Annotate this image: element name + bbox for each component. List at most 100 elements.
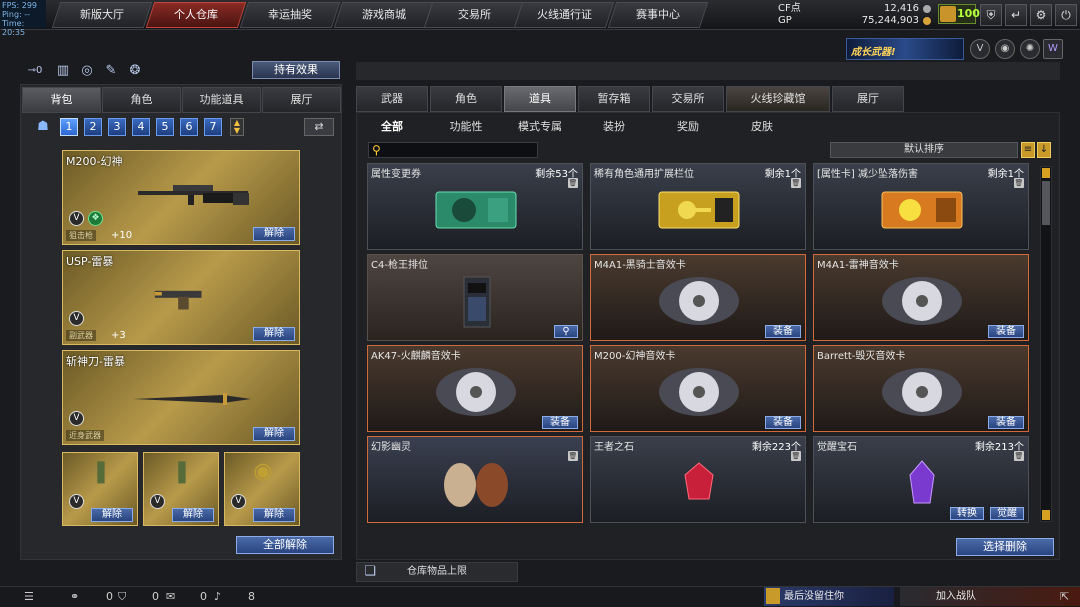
nav-tab-events[interactable]: 赛事中心 <box>607 2 709 28</box>
subtab-outfit[interactable]: 装扮 <box>594 118 634 134</box>
convert-button[interactable]: 转换 <box>950 507 984 520</box>
tab-exchange[interactable]: 交易所 <box>652 86 724 112</box>
equip-button[interactable]: 装备 <box>988 325 1024 338</box>
tab-weapons[interactable]: 武器 <box>356 86 428 112</box>
page-5-button[interactable]: 5 <box>156 118 174 136</box>
list-view-icon[interactable]: ≡ <box>1021 142 1035 158</box>
secondary-weapon-slot[interactable]: USP-雷暴 V 副武器 +3 解除 <box>62 250 300 345</box>
unequip-button[interactable]: 解除 <box>253 227 295 241</box>
item-card[interactable]: Barrett-毁灭音效卡 装备 <box>813 345 1029 432</box>
unequip-button[interactable]: 解除 <box>253 427 295 441</box>
subtab-functional[interactable]: 功能性 <box>440 118 492 134</box>
tab-backpack[interactable]: 背包 <box>22 87 101 113</box>
magnify-button[interactable]: ⚲ <box>554 325 578 338</box>
sort-direction-icon[interactable]: ↓ <box>1037 142 1051 158</box>
item-card[interactable]: M4A1-雷神音效卡 装备 <box>813 254 1029 341</box>
equip-button[interactable]: 装备 <box>765 325 801 338</box>
nav-tab-pass[interactable]: 火线通行证 <box>513 2 615 28</box>
speaker-icon[interactable]: ♪ <box>214 588 221 606</box>
unequip-button[interactable]: 解除 <box>253 508 295 522</box>
scroll-down-arrow[interactable] <box>1042 510 1050 520</box>
tab-showroom[interactable]: 展厅 <box>262 87 341 113</box>
add-cf-icon[interactable] <box>923 5 931 13</box>
select-delete-button[interactable]: 选择删除 <box>956 538 1054 556</box>
item-card[interactable]: 幻影幽灵 🗑 <box>367 436 583 523</box>
trash-icon[interactable]: 🗑 <box>791 178 801 188</box>
grenade-icon[interactable]: ❂ <box>126 62 144 80</box>
item-card[interactable]: 属性变更券 剩余53个 🗑 <box>367 163 583 250</box>
sort-dropdown[interactable]: 默认排序 <box>830 142 1018 158</box>
trash-icon[interactable]: 🗑 <box>791 451 801 461</box>
page-6-button[interactable]: 6 <box>180 118 198 136</box>
trash-icon[interactable]: 🗑 <box>1014 178 1024 188</box>
grenade-slot-3[interactable]: ◉ V 解除 <box>224 452 300 526</box>
subtab-skins[interactable]: 皮肤 <box>742 118 782 134</box>
trash-icon[interactable]: 🗑 <box>568 178 578 188</box>
nav-tab-exchange[interactable]: 交易所 <box>423 2 525 28</box>
shield-icon[interactable]: ⛨ <box>980 4 1002 26</box>
target-icon[interactable]: ◎ <box>78 62 96 80</box>
page-1-button[interactable]: 1 <box>60 118 78 136</box>
item-card[interactable]: [属性卡] 减少坠落伤害 剩余1个 🗑 <box>813 163 1029 250</box>
item-card[interactable]: C4-枪王排位 ⚲ <box>367 254 583 341</box>
scroll-thumb[interactable] <box>1042 181 1050 225</box>
trash-icon[interactable]: 🗑 <box>568 451 578 461</box>
last-login-notice[interactable]: 最后没留住你 <box>764 587 894 606</box>
equip-button[interactable]: 装备 <box>988 416 1024 429</box>
tab-items[interactable]: 道具 <box>504 86 576 112</box>
page-4-button[interactable]: 4 <box>132 118 150 136</box>
growth-weapon-banner[interactable]: 成长武器! <box>846 38 964 60</box>
hold-effect-button[interactable]: 持有效果 <box>252 61 340 79</box>
emblem-icon[interactable]: ◉ <box>995 39 1015 59</box>
subtab-rewards[interactable]: 奖励 <box>668 118 708 134</box>
unequip-button[interactable]: 解除 <box>172 508 214 522</box>
page-7-button[interactable]: 7 <box>204 118 222 136</box>
item-card[interactable]: M4A1-黑骑士音效卡 装备 <box>590 254 806 341</box>
page-3-button[interactable]: 3 <box>108 118 126 136</box>
grenade-slot-2[interactable]: ❚ V 解除 <box>143 452 219 526</box>
join-team-button[interactable]: 加入战队 <box>900 587 1080 606</box>
orb-icon[interactable]: ✺ <box>1020 39 1040 59</box>
equip-button[interactable]: 装备 <box>542 416 578 429</box>
spray-icon[interactable]: ✎ <box>102 62 120 80</box>
page-2-button[interactable]: 2 <box>84 118 102 136</box>
nav-tab-shop[interactable]: 游戏商城 <box>333 2 435 28</box>
unequip-all-button[interactable]: 全部解除 <box>236 536 334 554</box>
unequip-button[interactable]: 解除 <box>91 508 133 522</box>
tab-character[interactable]: 角色 <box>102 87 181 113</box>
grenade-slot-1[interactable]: ❚ V 解除 <box>62 452 138 526</box>
subtab-all[interactable]: 全部 <box>370 118 414 134</box>
gear-icon[interactable]: ⚙ <box>1030 4 1052 26</box>
external-link-icon-2[interactable]: ⇱ <box>1060 588 1069 606</box>
item-card[interactable]: 稀有角色通用扩展栏位 剩余1个 🗑 <box>590 163 806 250</box>
nav-tab-warehouse[interactable]: 个人仓库 <box>145 2 247 28</box>
key-icon[interactable]: ⊸0 <box>24 62 46 80</box>
item-card[interactable]: 觉醒宝石 剩余213个 🗑 转换 觉醒 <box>813 436 1029 523</box>
binoculars-icon[interactable]: ⚭ <box>70 588 79 606</box>
tab-characters[interactable]: 角色 <box>430 86 502 112</box>
equip-button[interactable]: 装备 <box>765 416 801 429</box>
awaken-button[interactable]: 觉醒 <box>990 507 1024 520</box>
trash-icon[interactable]: 🗑 <box>1014 451 1024 461</box>
item-card[interactable]: M200-幻神音效卡 装备 <box>590 345 806 432</box>
nav-tab-lucky-draw[interactable]: 幸运抽奖 <box>239 2 341 28</box>
subtab-mode-exclusive[interactable]: 模式专属 <box>510 118 570 134</box>
chart-icon[interactable]: ▥ <box>54 62 72 80</box>
back-icon[interactable]: ↵ <box>1005 4 1027 26</box>
player-level[interactable]: 100 <box>938 4 980 24</box>
w-badge-icon[interactable]: W <box>1043 39 1063 59</box>
item-card[interactable]: 王者之石 剩余223个 🗑 <box>590 436 806 523</box>
capacity-limit-button[interactable]: ❏ 仓库物品上限 <box>356 562 518 582</box>
power-icon[interactable]: ⏻ <box>1055 4 1077 26</box>
melee-weapon-slot[interactable]: 斩神刀-雷暴 V 近身武器 解除 <box>62 350 300 445</box>
tab-storage-box[interactable]: 暂存箱 <box>578 86 650 112</box>
tab-showroom[interactable]: 展厅 <box>832 86 904 112</box>
scroll-up-arrow[interactable] <box>1042 168 1050 178</box>
item-search-input[interactable]: ⚲ <box>368 142 538 158</box>
unequip-button[interactable]: 解除 <box>253 327 295 341</box>
chat-icon[interactable]: ✉ <box>166 588 175 606</box>
shield-small-icon[interactable]: ⛉ <box>118 588 126 606</box>
tab-collection-hall[interactable]: 火线珍藏馆 <box>726 86 830 112</box>
inventory-scrollbar[interactable] <box>1040 166 1052 522</box>
page-up-down-arrows[interactable]: ▲ ▼ <box>230 118 244 136</box>
